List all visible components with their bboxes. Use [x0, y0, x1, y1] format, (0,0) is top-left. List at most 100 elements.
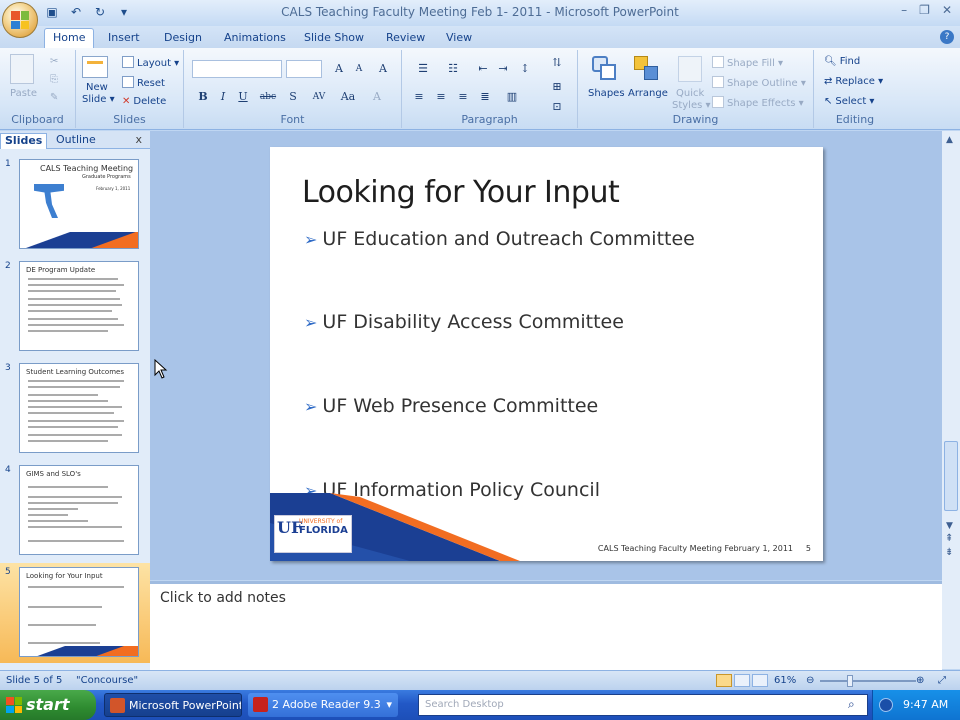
- zoom-level[interactable]: 61%: [774, 675, 796, 686]
- underline-button[interactable]: U: [234, 88, 252, 106]
- change-case-button[interactable]: Aa: [336, 88, 360, 106]
- italic-button[interactable]: I: [214, 88, 232, 106]
- font-size-box[interactable]: [286, 60, 322, 78]
- align-left-icon[interactable]: ≡: [410, 88, 428, 106]
- slide-canvas[interactable]: Looking for Your Input ➢ UF Education and…: [270, 147, 823, 561]
- replace-button[interactable]: ⇄ Replace ▾: [824, 76, 883, 87]
- close-pane-icon[interactable]: x: [135, 133, 142, 146]
- cut-icon[interactable]: ✂: [50, 56, 58, 67]
- slide-thumbnail[interactable]: CALS Teaching Meeting Graduate Programs …: [19, 159, 139, 249]
- tab-outline[interactable]: Outline: [52, 133, 100, 146]
- layout-button[interactable]: Layout ▾: [122, 56, 179, 69]
- zoom-slider-knob[interactable]: [847, 675, 853, 687]
- bullets-icon[interactable]: ☰: [410, 60, 436, 78]
- grow-font-button[interactable]: A: [330, 60, 348, 78]
- slide-thumbnail[interactable]: DE Program Update: [19, 261, 139, 351]
- numbering-icon[interactable]: ☷: [440, 60, 466, 78]
- slide-thumbnail-row[interactable]: 3 Student Learning Outcomes: [0, 359, 150, 459]
- line-spacing-icon[interactable]: ↕: [516, 60, 534, 78]
- font-name-box[interactable]: [192, 60, 282, 78]
- slide-thumbnail[interactable]: Student Learning Outcomes: [19, 363, 139, 453]
- tab-home[interactable]: Home: [44, 28, 95, 48]
- shadow-button[interactable]: S: [284, 88, 302, 106]
- tab-review[interactable]: Review: [378, 29, 433, 46]
- minimize-button[interactable]: –: [901, 3, 907, 17]
- copy-icon[interactable]: ⎘: [50, 74, 58, 85]
- slide-sorter-button[interactable]: [734, 674, 750, 687]
- scroll-up-icon[interactable]: ▲: [946, 135, 953, 145]
- tab-animations[interactable]: Animations: [216, 29, 294, 46]
- search-icon[interactable]: ⌕: [848, 697, 855, 712]
- justify-icon[interactable]: ≣: [476, 88, 494, 106]
- scrollbar-thumb[interactable]: [944, 441, 958, 511]
- fit-to-window-icon[interactable]: ⤢: [938, 675, 946, 686]
- slide-bullet[interactable]: ➢ UF Education and Outreach Committee: [304, 228, 695, 250]
- notes-placeholder[interactable]: Click to add notes: [160, 590, 286, 606]
- bold-button[interactable]: B: [194, 88, 212, 106]
- tray-arrow-icon[interactable]: [879, 698, 893, 712]
- taskbar-item-powerpoint[interactable]: Microsoft PowerPoint ...: [104, 693, 242, 717]
- slide-thumbnail[interactable]: Looking for Your Input: [19, 567, 139, 657]
- tab-insert[interactable]: Insert: [100, 29, 148, 46]
- slide-thumbnail-row[interactable]: 2 DE Program Update: [0, 257, 150, 357]
- tab-design[interactable]: Design: [156, 29, 210, 46]
- shapes-button[interactable]: Shapes: [588, 88, 625, 99]
- new-slide-label-1[interactable]: New: [86, 82, 108, 93]
- slide-thumbnail[interactable]: GIMS and SLO's: [19, 465, 139, 555]
- select-button[interactable]: ↖ Select ▾: [824, 96, 874, 107]
- arrange-button[interactable]: Arrange: [628, 88, 668, 99]
- paste-button[interactable]: Paste: [10, 88, 37, 99]
- slide-thumbnail-row[interactable]: 4 GIMS and SLO's: [0, 461, 150, 561]
- zoom-in-icon[interactable]: ⊕: [916, 675, 924, 686]
- help-icon[interactable]: ?: [940, 30, 954, 44]
- vertical-scrollbar[interactable]: ▲ ▼ ⇞ ⇟: [942, 131, 960, 669]
- slide-show-button[interactable]: [752, 674, 768, 687]
- reset-button[interactable]: Reset: [122, 76, 165, 89]
- tab-view[interactable]: View: [438, 29, 480, 46]
- clear-format-button[interactable]: A: [374, 60, 392, 78]
- normal-view-button[interactable]: [716, 674, 732, 687]
- previous-slide-icon[interactable]: ⇞: [945, 533, 953, 544]
- shape-effects-button[interactable]: Shape Effects ▾: [712, 96, 804, 109]
- decrease-indent-icon[interactable]: ⇤: [474, 60, 492, 78]
- window-controls: – ❐ ✕: [901, 3, 952, 17]
- quick-styles-label-1[interactable]: Quick: [676, 88, 704, 99]
- format-painter-icon[interactable]: ✎: [50, 92, 58, 103]
- slide-bullet[interactable]: ➢ UF Disability Access Committee: [304, 311, 624, 333]
- close-button[interactable]: ✕: [942, 3, 952, 17]
- slide-bullet[interactable]: ➢ UF Web Presence Committee: [304, 395, 598, 417]
- zoom-slider[interactable]: [820, 680, 916, 682]
- text-direction-icon[interactable]: ⇅: [548, 54, 566, 72]
- strikethrough-button[interactable]: abc: [256, 88, 280, 106]
- shape-fill-button[interactable]: Shape Fill ▾: [712, 56, 783, 69]
- find-button[interactable]: 🔍︎ Find: [824, 56, 860, 67]
- restore-button[interactable]: ❐: [919, 3, 930, 17]
- delete-button[interactable]: ✕ Delete: [122, 96, 166, 107]
- zoom-out-icon[interactable]: ⊖: [806, 675, 814, 686]
- bullet-arrow-icon: ➢: [304, 230, 318, 249]
- thumbnail-footer-band: [20, 646, 138, 656]
- align-center-icon[interactable]: ≡: [432, 88, 450, 106]
- next-slide-icon[interactable]: ⇟: [945, 547, 953, 558]
- taskbar-item-adobe-reader[interactable]: 2 Adobe Reader 9.3 ▾: [248, 693, 398, 717]
- new-slide-label-2[interactable]: Slide ▾: [82, 94, 115, 105]
- increase-indent-icon[interactable]: ⇥: [494, 60, 512, 78]
- font-color-button[interactable]: A: [368, 88, 386, 106]
- slide-thumbnail-row[interactable]: 1 CALS Teaching Meeting Graduate Program…: [0, 155, 150, 255]
- shrink-font-button[interactable]: A: [350, 60, 368, 78]
- start-button[interactable]: start: [0, 690, 96, 720]
- shape-outline-button[interactable]: Shape Outline ▾: [712, 76, 806, 89]
- office-button[interactable]: [2, 2, 38, 38]
- scroll-down-icon[interactable]: ▼: [946, 521, 953, 531]
- slide-thumbnail-row-selected[interactable]: 5 Looking for Your Input: [0, 563, 150, 663]
- notes-pane[interactable]: Click to add notes: [150, 581, 942, 670]
- align-text-icon[interactable]: ⊞: [548, 78, 566, 96]
- search-desktop-input[interactable]: Search Desktop: [418, 694, 868, 716]
- tab-slides[interactable]: Slides: [0, 133, 48, 149]
- tab-slide-show[interactable]: Slide Show: [296, 29, 372, 46]
- align-right-icon[interactable]: ≡: [454, 88, 472, 106]
- char-spacing-button[interactable]: AV: [306, 88, 332, 106]
- slide-title[interactable]: Looking for Your Input: [302, 175, 620, 210]
- columns-icon[interactable]: ▥: [500, 88, 524, 106]
- quick-styles-label-2[interactable]: Styles ▾: [672, 100, 711, 111]
